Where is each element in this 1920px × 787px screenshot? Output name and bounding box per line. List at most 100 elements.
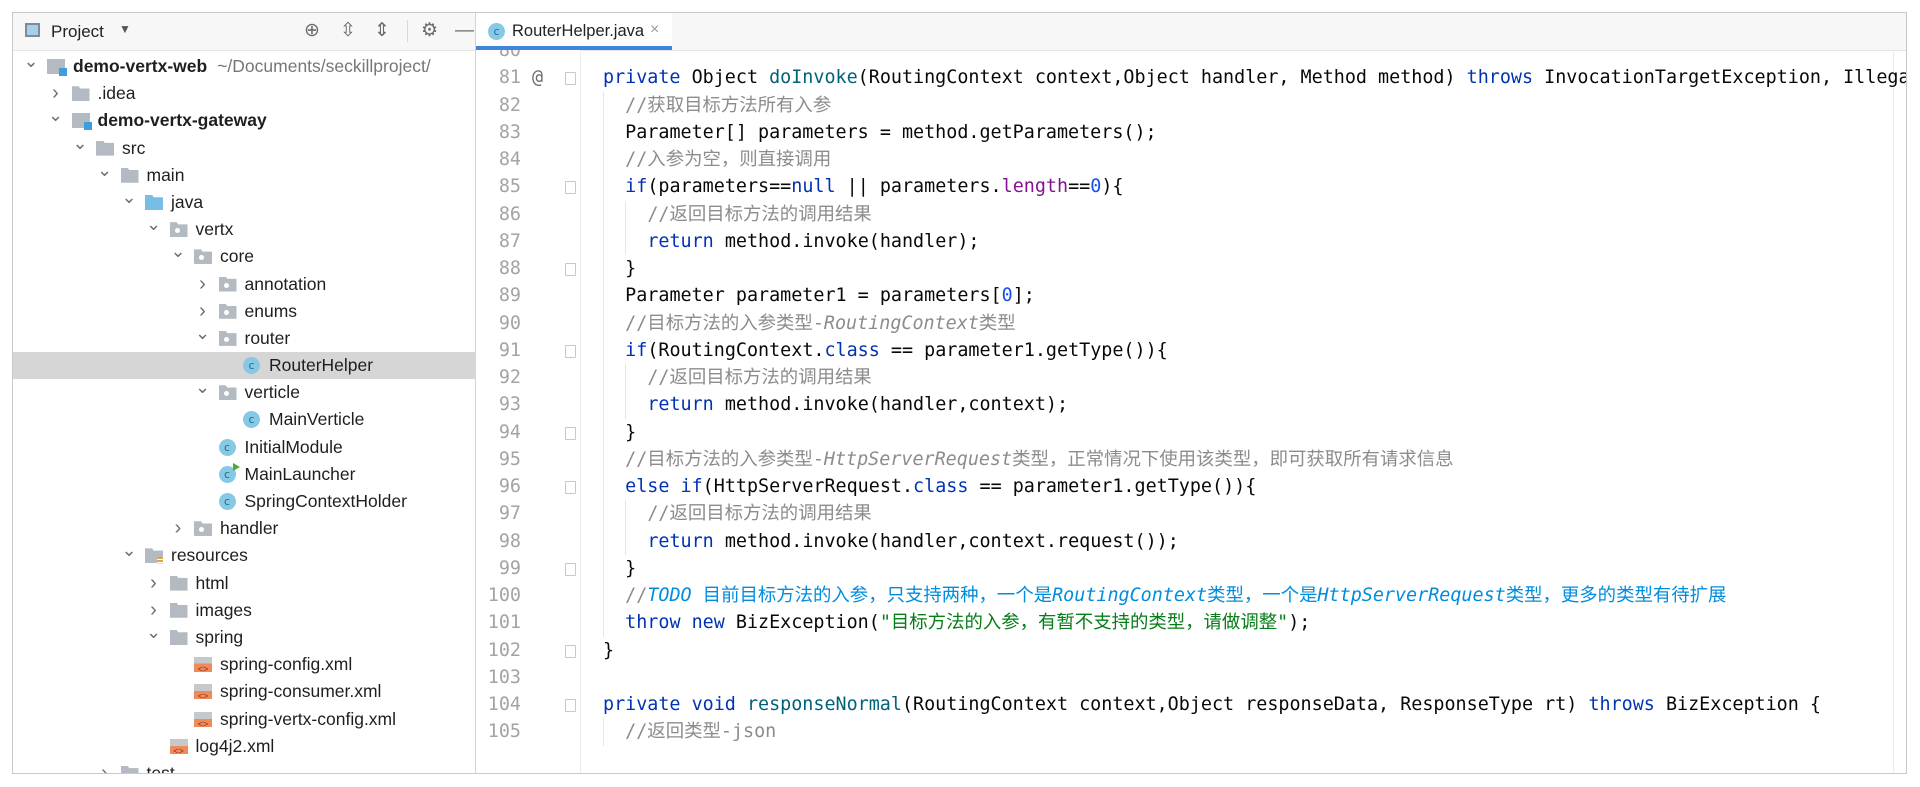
tree-item-label: resources — [171, 545, 248, 566]
fold-marker-icon[interactable] — [565, 344, 576, 358]
tree-item-label: spring-config.xml — [220, 654, 353, 675]
tree-item-label: demo-vertx-gateway — [97, 110, 267, 131]
tree-item[interactable]: ⌄ resources — [13, 540, 475, 569]
tree-item[interactable]: › images — [13, 597, 475, 624]
tree-item[interactable]: ⌄ spring — [13, 622, 475, 651]
package-icon — [218, 330, 237, 346]
package-icon — [218, 385, 237, 401]
class-icon: c — [243, 411, 260, 429]
tree-item[interactable]: ⌄ demo-vertx-web ~/Documents/seckillprojec… — [13, 51, 475, 80]
tree-item[interactable]: ⌄ verticle — [13, 377, 475, 406]
tree-item[interactable]: c MainLauncher — [13, 461, 475, 488]
code-line: 85 if(parameters==null || parameters.leng… — [476, 173, 1906, 200]
tree-item[interactable]: ⌄ vertx — [13, 214, 475, 243]
code-line: 92 //返回目标方法的调用结果 — [476, 364, 1906, 391]
project-panel-header: Project ▼ ⊕ ⇳ ⇕ ⚙ — — [13, 13, 475, 51]
chevron-down-icon[interactable]: ⌄ — [121, 537, 137, 564]
close-icon[interactable]: × — [650, 21, 659, 39]
code-text: //返回目标方法的调用结果 — [647, 500, 871, 527]
chevron-right-icon[interactable]: › — [97, 760, 113, 773]
tree-item[interactable]: <> spring-consumer.xml — [13, 678, 475, 705]
chevron-down-icon[interactable]: ⌄ — [121, 184, 137, 211]
code-editor[interactable]: 80 81 @ private Object doInvoke(RoutingCont… — [476, 50, 1906, 773]
fold-marker-icon[interactable] — [565, 181, 576, 195]
fold-marker-icon[interactable] — [565, 481, 576, 494]
tree-item[interactable]: <> spring-config.xml — [13, 651, 475, 678]
todo-comment: 类型，一个是 — [1207, 585, 1318, 606]
tree-item[interactable]: › html — [13, 570, 475, 597]
chevron-down-icon[interactable]: ⌄ — [170, 238, 186, 265]
override-marker-icon[interactable]: @ — [532, 64, 543, 91]
tree-item[interactable]: c SpringContextHolder — [13, 488, 475, 515]
tree-item[interactable]: › annotation — [13, 271, 475, 298]
fold-marker-icon[interactable] — [565, 699, 576, 712]
comment: //获取目标方法所有入参 — [625, 94, 832, 116]
chevron-down-icon[interactable]: ⌄ — [146, 619, 162, 646]
tree-item[interactable]: ⌄ router — [13, 323, 475, 352]
tree-item[interactable]: ⌄ core — [13, 241, 475, 270]
chevron-down-icon[interactable]: ⌄ — [195, 320, 211, 347]
line-number: 94 — [498, 421, 521, 443]
chevron-down-icon[interactable]: ▼ — [119, 22, 131, 36]
line-number: 90 — [498, 312, 521, 334]
tree-item-label: spring — [195, 626, 244, 647]
tree-item-label: verticle — [244, 382, 300, 403]
tree-item[interactable]: c InitialModule — [13, 434, 475, 461]
tree-item[interactable]: ⌄ src — [13, 133, 475, 162]
folder-icon — [120, 765, 139, 773]
tree-item-label: MainLauncher — [244, 463, 356, 484]
tree-item-label: SpringContextHolder — [244, 491, 407, 511]
line-number: 80 — [498, 50, 521, 61]
project-view-selector[interactable]: Project — [51, 22, 104, 42]
tree-item[interactable]: c RouterHelper — [13, 352, 475, 380]
comment: //目标方法的入参类型- — [625, 312, 824, 334]
code-token: InvocationTargetException, IllegalAc — [1544, 67, 1906, 89]
tree-item[interactable]: <> log4j2.xml — [13, 733, 475, 760]
todo-comment: 类型，更多的类型有待扩展 — [1505, 585, 1727, 606]
folder-icon — [71, 86, 90, 102]
tree-item-label: src — [122, 137, 146, 158]
collapse-all-icon[interactable]: ⇕ — [374, 19, 390, 43]
chevron-right-icon[interactable]: › — [170, 515, 186, 542]
tree-item-label: demo-vertx-web ~/Documents/seckillproject… — [73, 56, 431, 76]
chevron-down-icon[interactable]: ⌄ — [72, 130, 88, 157]
tab-routerhelper-java[interactable]: c RouterHelper.java × — [476, 13, 672, 50]
chevron-down-icon[interactable]: ⌄ — [146, 211, 162, 238]
code-line: 87 return method.invoke(handler); — [476, 228, 1906, 255]
tree-item[interactable]: › enums — [13, 298, 475, 325]
fold-marker-icon[interactable] — [565, 644, 576, 658]
line-number: 105 — [487, 721, 521, 743]
chevron-down-icon[interactable]: ⌄ — [48, 102, 64, 129]
code-token: Parameter parameter1 = parameters[ — [625, 285, 1002, 307]
tree-item[interactable]: › handler — [13, 515, 475, 542]
tree-item[interactable]: <> spring-vertx-config.xml — [13, 706, 475, 733]
tree-item-label: spring-consumer.xml — [220, 681, 382, 702]
chevron-right-icon[interactable]: › — [195, 271, 211, 298]
editor-tab-bar: c RouterHelper.java × — [476, 13, 1906, 51]
code-token: || parameters. — [835, 176, 1002, 198]
tree-item[interactable]: › .idea — [13, 80, 475, 107]
tree-item[interactable]: ⌄ java — [13, 187, 475, 216]
fold-marker-icon[interactable] — [565, 263, 576, 276]
chevron-down-icon[interactable]: ⌄ — [195, 374, 211, 401]
code-token: (RoutingContext context,Object responseD… — [901, 694, 1589, 715]
expand-all-icon[interactable]: ⇳ — [340, 19, 356, 43]
line-number: 86 — [498, 203, 521, 225]
code-token: ){ — [1101, 176, 1124, 198]
gear-icon[interactable]: ⚙ — [421, 19, 438, 43]
locate-icon[interactable]: ⊕ — [304, 19, 320, 43]
tree-item[interactable]: › test — [13, 760, 475, 773]
tree-item[interactable]: ⌄ main — [13, 160, 475, 189]
folder-icon — [169, 629, 188, 645]
fold-marker-icon[interactable] — [565, 72, 576, 86]
code-text: } — [625, 555, 636, 582]
tree-item[interactable]: c MainVerticle — [13, 406, 475, 433]
minimize-icon[interactable]: — — [455, 19, 474, 43]
chevron-down-icon[interactable]: ⌄ — [23, 48, 39, 75]
chevron-down-icon[interactable]: ⌄ — [97, 157, 113, 184]
todo-comment: 目前目标方法的入参，只支持两种，一个是 — [691, 585, 1053, 606]
fold-marker-icon[interactable] — [565, 426, 576, 440]
fold-marker-icon[interactable] — [565, 562, 576, 576]
chevron-right-icon[interactable]: › — [146, 570, 162, 597]
code-line: 89 Parameter parameter1 = parameters[0]; — [476, 282, 1906, 309]
